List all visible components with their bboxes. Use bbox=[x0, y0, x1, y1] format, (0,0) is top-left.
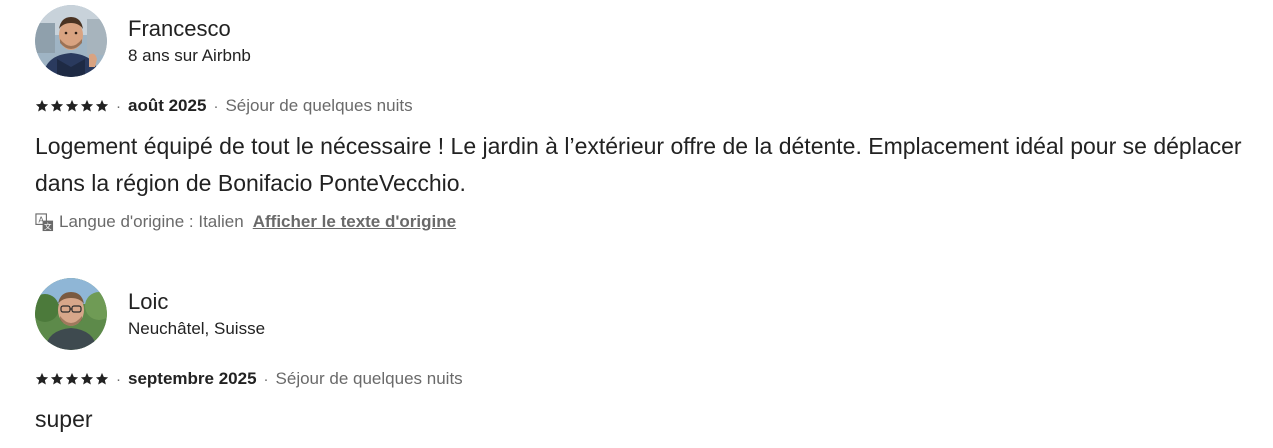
review-card: Francesco 8 ans sur Airbnb · août 2025 ·… bbox=[35, 5, 1260, 233]
svg-text:文: 文 bbox=[44, 221, 52, 231]
review-text: super bbox=[35, 406, 93, 432]
star-icon bbox=[65, 99, 79, 112]
review-text: Logement équipé de tout le nécessaire ! … bbox=[35, 133, 1242, 196]
star-icon bbox=[35, 372, 49, 385]
separator-dot: · bbox=[213, 97, 219, 115]
star-icon bbox=[80, 99, 94, 112]
rating-stars bbox=[35, 372, 109, 386]
stay-type: Séjour de quelques nuits bbox=[225, 96, 413, 115]
original-language-label: Langue d'origine : Italien bbox=[59, 212, 244, 231]
avatar[interactable] bbox=[35, 5, 107, 77]
star-icon bbox=[95, 372, 109, 385]
review-date: août 2025 bbox=[128, 96, 207, 115]
stay-type: Séjour de quelques nuits bbox=[275, 369, 463, 388]
reviewer-name[interactable]: Francesco bbox=[128, 15, 251, 43]
star-icon bbox=[65, 372, 79, 385]
translation-row: A 文 Langue d'origine : Italien Afficher … bbox=[35, 211, 1260, 233]
avatar[interactable] bbox=[35, 278, 107, 350]
translate-icon: A 文 bbox=[35, 212, 54, 231]
review-date: septembre 2025 bbox=[128, 369, 257, 388]
rating-stars bbox=[35, 99, 109, 113]
star-icon bbox=[50, 99, 64, 112]
reviewer-name[interactable]: Loic bbox=[128, 288, 265, 316]
separator-dot: · bbox=[263, 370, 269, 388]
review-meta-row: · septembre 2025 · Séjour de quelques nu… bbox=[35, 368, 1260, 390]
reviewer-meta: 8 ans sur Airbnb bbox=[128, 46, 251, 65]
reviewer-meta: Neuchâtel, Suisse bbox=[128, 319, 266, 338]
separator-dot: · bbox=[116, 370, 121, 388]
star-icon bbox=[95, 99, 109, 112]
reviewer-info: Loic Neuchâtel, Suisse bbox=[128, 288, 265, 340]
star-icon bbox=[35, 99, 49, 112]
star-icon bbox=[80, 372, 94, 385]
star-icon bbox=[50, 372, 64, 385]
show-original-link[interactable]: Afficher le texte d'origine bbox=[253, 212, 456, 232]
separator-dot: · bbox=[116, 97, 121, 115]
review-card: Loic Neuchâtel, Suisse · septembre 2025 … bbox=[35, 278, 1260, 438]
review-meta-row: · août 2025 · Séjour de quelques nuits bbox=[35, 95, 1260, 117]
reviewer-info: Francesco 8 ans sur Airbnb bbox=[128, 15, 251, 67]
reviewer-header: Francesco 8 ans sur Airbnb bbox=[35, 5, 1260, 77]
reviewer-header: Loic Neuchâtel, Suisse bbox=[35, 278, 1260, 350]
